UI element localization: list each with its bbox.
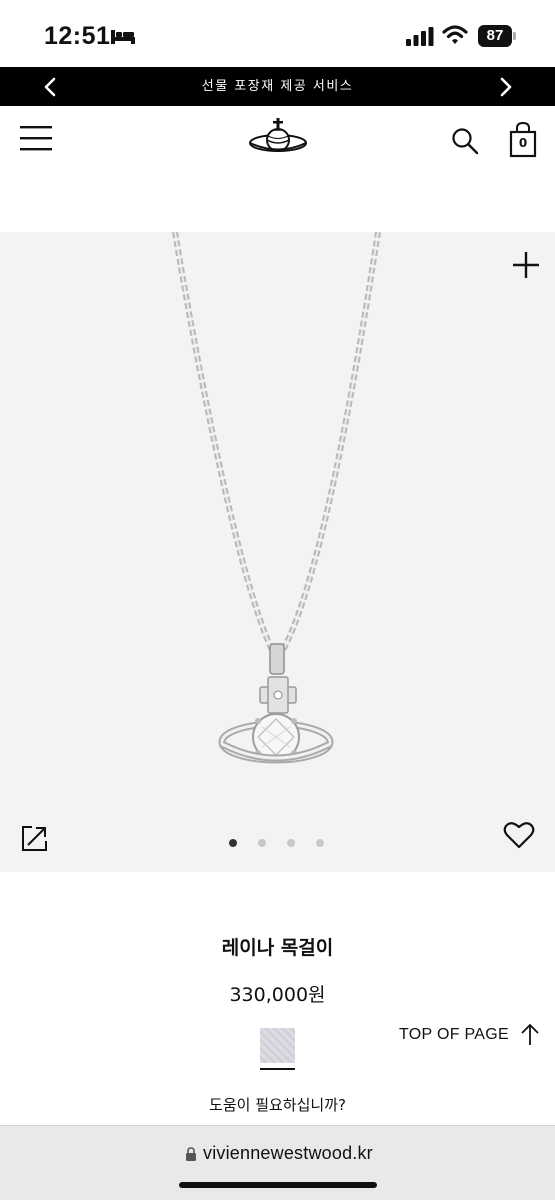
swatch-selected-indicator — [260, 1068, 295, 1070]
top-of-page-label: TOP OF PAGE — [399, 1026, 509, 1043]
pagination-dot[interactable] — [258, 839, 266, 847]
search-icon[interactable] — [451, 127, 479, 155]
battery-indicator: 87 — [478, 25, 518, 47]
hamburger-menu-icon[interactable] — [20, 124, 52, 152]
product-image-gallery[interactable] — [0, 232, 555, 872]
gallery-pagination — [229, 839, 329, 849]
product-price: 330,000원 — [229, 984, 326, 1006]
brand-orb-logo[interactable] — [247, 112, 309, 162]
status-bar: 12:51 87 — [0, 0, 555, 67]
pagination-dot[interactable] — [229, 839, 237, 847]
product-name: 레이나 목걸이 — [221, 937, 334, 959]
help-link[interactable]: 도움이 필요하십니까? — [0, 1094, 555, 1115]
chevron-right-icon[interactable] — [494, 76, 516, 98]
necklace-product-image — [172, 232, 381, 764]
url-text[interactable]: viviennewestwood.kr — [203, 1143, 373, 1164]
battery-tip — [513, 32, 516, 40]
wifi-icon — [442, 25, 468, 44]
arrow-up-icon — [521, 1024, 539, 1045]
promo-banner: 선물 포장재 제공 서비스 — [0, 67, 555, 106]
zoom-plus-icon[interactable] — [511, 250, 541, 280]
promo-text[interactable]: 선물 포장재 제공 서비스 — [0, 67, 555, 106]
status-time: 12:51 — [44, 22, 111, 50]
bag-count: 0 — [518, 136, 528, 150]
pagination-dot[interactable] — [316, 839, 324, 847]
bed-icon — [111, 30, 135, 44]
share-icon[interactable] — [21, 825, 48, 852]
battery-level: 87 — [478, 25, 512, 47]
color-swatch[interactable] — [260, 1028, 295, 1063]
heart-icon[interactable] — [503, 820, 535, 850]
shopping-bag-button[interactable]: 0 — [509, 122, 537, 158]
browser-address-bar[interactable]: viviennewestwood.kr — [0, 1125, 555, 1200]
pagination-dot[interactable] — [287, 839, 295, 847]
site-header: 0 — [0, 106, 555, 232]
home-indicator[interactable] — [179, 1182, 377, 1188]
lock-icon — [186, 1147, 196, 1161]
top-of-page-button[interactable]: TOP OF PAGE — [399, 1024, 541, 1046]
cellular-signal-icon — [406, 27, 434, 46]
